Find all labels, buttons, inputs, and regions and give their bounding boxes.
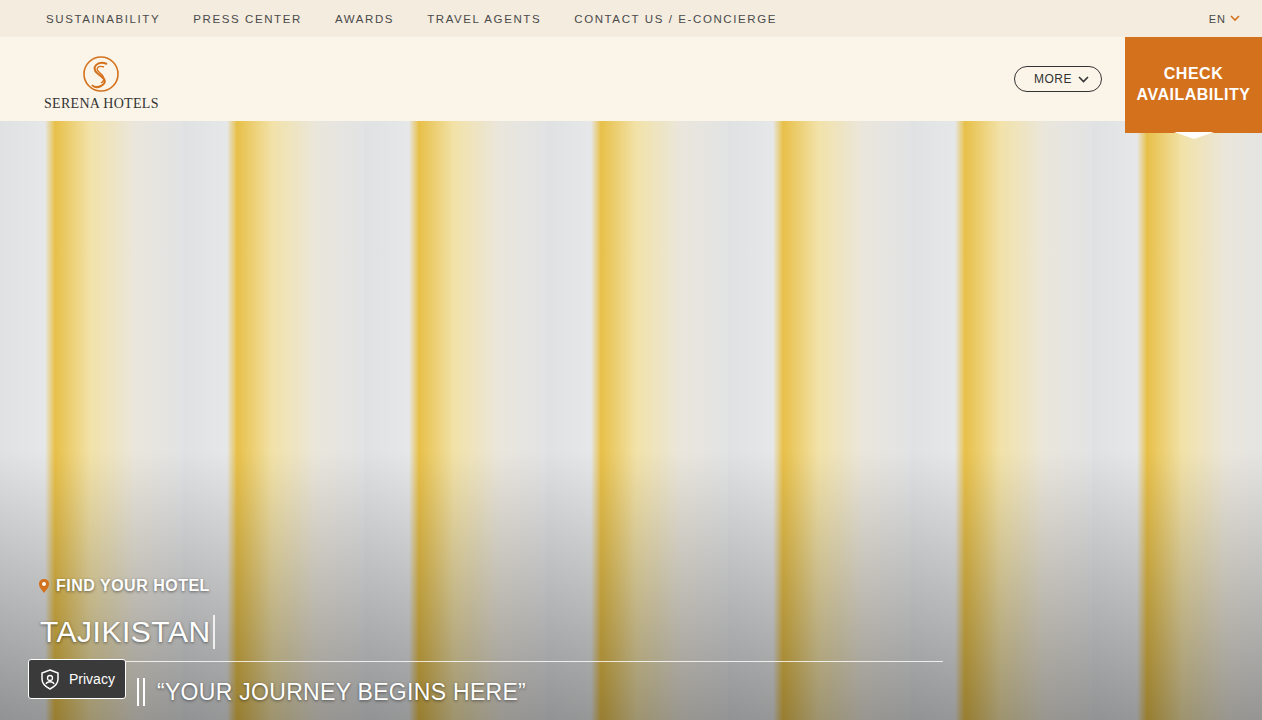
hero-image: FIND YOUR HOTEL TAJIKISTAN “YOUR JOURNEY B… — [0, 121, 1262, 720]
tagline-row: “YOUR JOURNEY BEGINS HERE” — [0, 662, 1262, 720]
utility-link[interactable]: SUSTAINABILITY — [46, 13, 160, 25]
bar — [143, 678, 145, 706]
find-your-hotel[interactable]: FIND YOUR HOTEL — [0, 577, 1262, 595]
privacy-label: Privacy — [69, 671, 115, 687]
chevron-down-icon — [1230, 15, 1240, 22]
tagline: “YOUR JOURNEY BEGINS HERE” — [157, 679, 526, 706]
check-availability-button[interactable]: CHECK AVAILABILITY — [1125, 37, 1262, 133]
destination-text: TAJIKISTAN — [40, 615, 211, 649]
logo-text: SERENA HOTELS — [44, 96, 159, 112]
language-selector[interactable]: EN — [1209, 13, 1240, 25]
find-label: FIND YOUR HOTEL — [56, 577, 210, 595]
header: SERENA HOTELS MORE CHECK AVAILABILITY — [0, 37, 1262, 121]
more-label: MORE — [1034, 72, 1072, 86]
language-label: EN — [1209, 13, 1226, 25]
divider-line — [35, 661, 943, 662]
shield-icon — [39, 668, 61, 690]
map-pin-icon — [38, 578, 50, 594]
destination-field[interactable]: TAJIKISTAN — [0, 615, 1262, 649]
bar — [137, 678, 139, 706]
utility-bar: SUSTAINABILITY PRESS CENTER AWARDS TRAVEL A… — [0, 0, 1262, 37]
bars-icon — [137, 678, 145, 706]
cta-pointer — [1174, 132, 1214, 139]
logo[interactable]: SERENA HOTELS — [44, 46, 159, 112]
check-availability-label: CHECK AVAILABILITY — [1133, 64, 1254, 106]
logo-icon — [83, 54, 119, 94]
privacy-button[interactable]: Privacy — [28, 659, 126, 699]
utility-link[interactable]: TRAVEL AGENTS — [427, 13, 541, 25]
text-cursor — [213, 615, 215, 649]
utility-link[interactable]: AWARDS — [335, 13, 394, 25]
utility-link[interactable]: CONTACT US / E-CONCIERGE — [574, 13, 777, 25]
chevron-down-icon — [1078, 76, 1089, 83]
utility-links: SUSTAINABILITY PRESS CENTER AWARDS TRAVEL A… — [46, 13, 1209, 25]
utility-link[interactable]: PRESS CENTER — [193, 13, 302, 25]
more-button[interactable]: MORE — [1014, 66, 1102, 92]
